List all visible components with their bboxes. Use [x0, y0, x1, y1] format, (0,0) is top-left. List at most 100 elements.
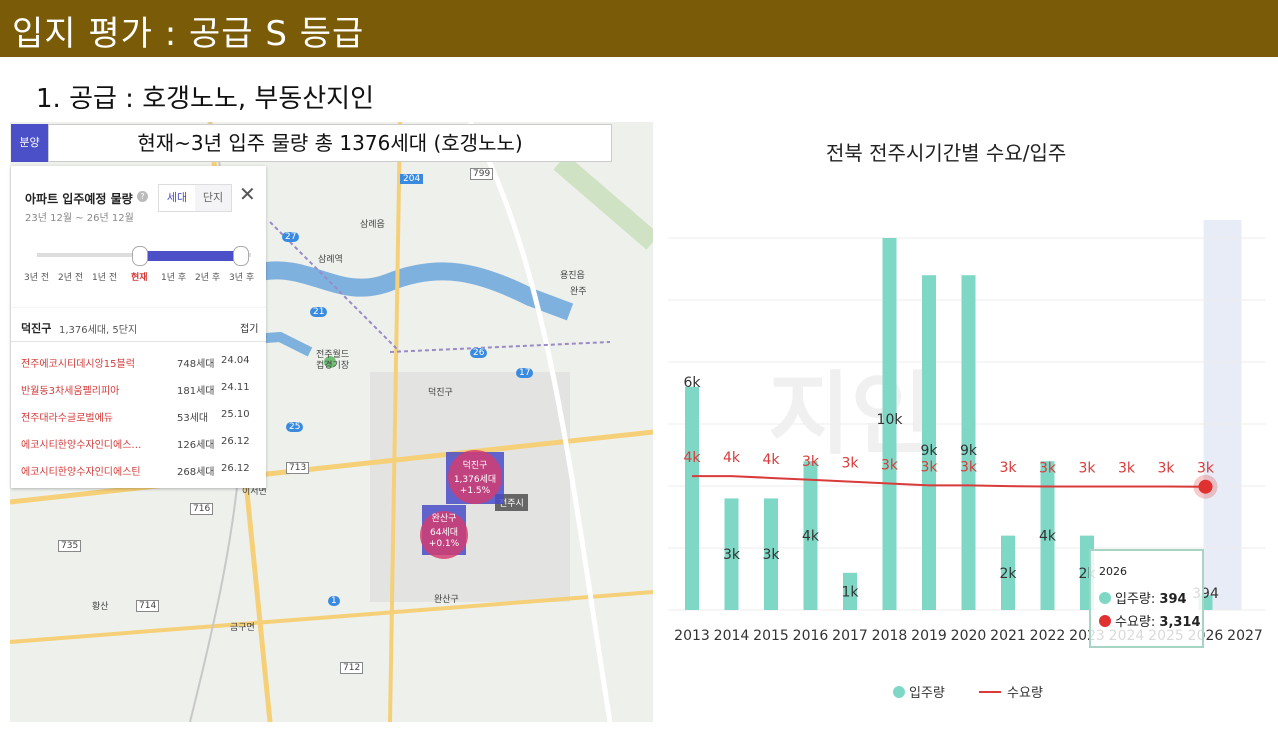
x-tick-label: 2027	[1227, 628, 1263, 644]
bar-value-label: 9k	[960, 443, 978, 459]
place-label: 완산구	[434, 595, 459, 605]
complex-name: 에코시티한양수자인디에스…	[21, 440, 142, 451]
chart-legend: 입주량 수요량	[893, 682, 1043, 701]
x-tick-label: 2014	[714, 628, 750, 644]
bar-value-label: 1k	[841, 584, 859, 600]
line-value-label: 3k	[1118, 460, 1136, 476]
place-label: 완주	[570, 287, 587, 297]
complex-units: 181세대	[177, 386, 215, 397]
road-number: 26	[470, 348, 488, 358]
x-tick-label: 2017	[832, 628, 868, 644]
tooltip-demand: 수요량: 3,314	[1099, 611, 1201, 630]
road-number: 712	[340, 662, 364, 674]
chart-tooltip: 2026 입주량: 394 수요량: 3,314	[1089, 549, 1204, 648]
bar-value-label: 3k	[762, 547, 780, 563]
complex-date: 26.12	[221, 463, 250, 474]
road-number: 204	[400, 174, 424, 184]
bar-value-label: 10k	[877, 412, 904, 428]
slider-label: 2년 전	[58, 273, 84, 283]
fold-button[interactable]: 접기	[240, 320, 258, 335]
complex-units: 53세대	[177, 413, 209, 424]
district-summary: 1,376세대, 5단지	[59, 325, 138, 336]
toggle-households[interactable]: 세대	[159, 185, 196, 211]
line-value-label: 4k	[723, 450, 741, 466]
complex-date: 24.11	[221, 382, 250, 393]
slider-handle-end[interactable]	[233, 246, 249, 266]
presale-tag[interactable]: 분양	[11, 124, 48, 162]
x-tick-label: 2022	[1030, 628, 1066, 644]
x-tick-label: 2016	[793, 628, 829, 644]
complex-name: 전주대라수글로벌에듀	[21, 413, 113, 424]
tooltip-demand-label: 수요량:	[1115, 615, 1156, 630]
move-in-filter-panel: 아파트 입주예정 물량 ? 23년 12월 ~ 26년 12월 세대 단지 ✕ …	[11, 166, 266, 308]
supply-banner: 현재~3년 입주 물량 총 1376세대 (호갱노노)	[48, 124, 612, 162]
close-icon[interactable]: ✕	[239, 182, 256, 206]
section-heading: 1. 공급 : 호갱노노, 부동산지인	[36, 84, 375, 114]
road-number: 735	[58, 540, 82, 552]
list-item[interactable]: 에코시티한양수자인디에스… 126세대 26.12	[21, 436, 261, 456]
line-value-label: 3k	[1039, 460, 1057, 476]
marker-units: 64세대	[429, 528, 458, 538]
complex-units: 268세대	[177, 467, 215, 478]
complex-name: 에코시티한양수자인디에스틴	[21, 467, 141, 478]
line-value-label: 3k	[1078, 460, 1096, 476]
road-number: 27	[282, 232, 300, 242]
legend-demand-icon	[979, 691, 1002, 693]
road-number: 799	[470, 168, 494, 180]
chart-title: 전북 전주시기간별 수요/입주	[826, 141, 1067, 165]
road-number: 17	[516, 368, 534, 378]
x-tick-label: 2018	[872, 628, 908, 644]
place-label: 덕진구	[428, 388, 453, 398]
bar-value-label: 4k	[802, 529, 820, 545]
list-item[interactable]: 전주대라수글로벌에듀 53세대 25.10	[21, 409, 261, 429]
x-tick-label: 2019	[911, 628, 947, 644]
line-value-label: 3k	[881, 458, 899, 474]
line-value-label: 4k	[762, 452, 780, 468]
title-bar: 입지 평가 : 공급 S 등급	[0, 0, 1278, 57]
supply-dot-icon	[1099, 592, 1111, 604]
tooltip-supply: 입주량: 394	[1099, 588, 1187, 607]
place-label: 금구면	[230, 623, 255, 633]
tooltip-demand-value: 3,314	[1159, 615, 1201, 630]
tooltip-year: 2026	[1099, 565, 1127, 578]
panel-title: 아파트 입주예정 물량	[25, 192, 133, 206]
date-range: 23년 12월 ~ 26년 12월	[25, 213, 134, 224]
list-item[interactable]: 에코시티한양수자인디에스틴 268세대 26.12	[21, 463, 261, 483]
bar-value-label: 9k	[920, 443, 938, 459]
x-tick-label: 2013	[674, 628, 710, 644]
tooltip-supply-value: 394	[1159, 592, 1187, 607]
line-value-label: 3k	[1157, 460, 1175, 476]
complex-name: 반월동3차세움펠리피아	[21, 386, 120, 397]
road-number: 716	[190, 503, 214, 515]
demand-dot-icon	[1099, 615, 1111, 627]
marker-name: 덕진구	[462, 461, 488, 471]
unit-toggle: 세대 단지	[158, 184, 232, 212]
district-name: 덕진구	[21, 322, 52, 335]
slider-label: 3년 전	[24, 273, 50, 283]
line-value-label: 3k	[920, 459, 938, 475]
place-label: 용진읍	[560, 271, 585, 281]
district-marker-wansan[interactable]: 완산구 64세대 +0.1%	[420, 505, 468, 559]
road-number: 1	[328, 596, 340, 606]
watermark-text: 지인	[768, 362, 934, 467]
slide-title: 입지 평가 : 공급 S 등급	[12, 14, 365, 54]
slider-handle-start[interactable]	[132, 246, 148, 266]
line-value-label: 3k	[1197, 461, 1215, 477]
toggle-complex[interactable]: 단지	[195, 185, 231, 211]
line-value-label: 3k	[960, 459, 978, 475]
slider-label: 2년 후	[195, 273, 221, 283]
list-item[interactable]: 반월동3차세움펠리피아 181세대 24.11	[21, 382, 261, 402]
district-marker-deokjin[interactable]: 덕진구 1,376세대 +1.5%	[446, 450, 504, 504]
bar-value-label: 4k	[1039, 529, 1057, 545]
slider-label: 1년 전	[92, 273, 118, 283]
complex-date: 25.10	[221, 409, 250, 420]
place-label: 삼례읍	[360, 220, 385, 230]
complex-list: 덕진구 1,376세대, 5단지 접기 전주에코시티데시앙15블럭 748세대 …	[11, 308, 266, 488]
place-label: 황산	[92, 602, 109, 612]
list-item[interactable]: 전주에코시티데시앙15블럭 748세대 24.04	[21, 355, 261, 375]
line-value-label: 3k	[999, 460, 1017, 476]
complex-name: 전주에코시티데시앙15블럭	[21, 359, 135, 370]
complex-units: 126세대	[177, 440, 215, 451]
demand-line	[692, 475, 1206, 488]
help-icon[interactable]: ?	[137, 191, 148, 202]
